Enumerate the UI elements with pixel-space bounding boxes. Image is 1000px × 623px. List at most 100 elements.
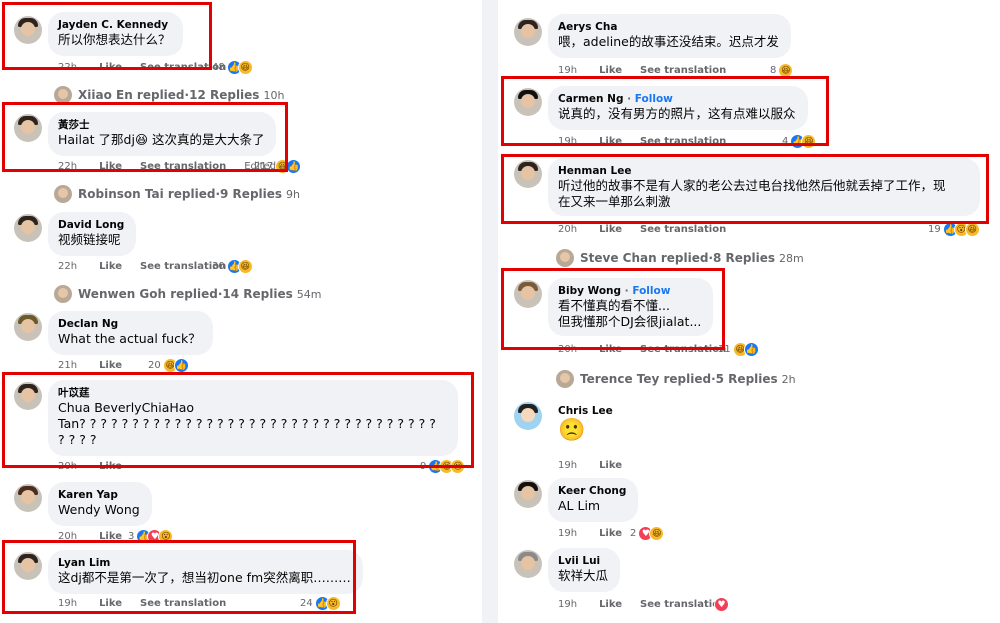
avatar [54,185,72,203]
like-button[interactable]: Like [599,65,622,76]
reply-author: Xiiao En replied [78,88,185,102]
see-translation-link[interactable]: See translation [640,224,726,235]
column-divider [482,0,498,623]
comment-text: What the actual fuck？ [58,331,201,346]
reaction-summary[interactable]: 19 👍 😮 😆 [928,222,980,237]
comment-meta: 19h Like See translation [558,65,744,76]
reaction-summary[interactable]: 48 👍 😆 [212,60,253,75]
comment-time[interactable]: 19h [558,460,577,471]
comment-text: 视频链接呢 [58,232,121,247]
like-reaction-icon: 👍 [286,159,302,174]
avatar [54,285,72,303]
reaction-summary[interactable]: 30 👍 😆 [212,259,253,274]
reaction-count: 20 [148,360,161,371]
comment-text: Wendy Wong [58,502,140,517]
highlight-box [2,2,212,70]
comment-meta: 21h Like [58,360,140,371]
reply-author: Steve Chan replied [580,251,709,265]
like-button[interactable]: Like [599,224,622,235]
comment-item: David Long 视频链接呢 22h Like See translation … [0,208,480,274]
avatar[interactable] [514,18,542,46]
comment-emoji: 🙁 [558,418,586,443]
reply-count: 9 Replies [220,187,283,201]
avatar[interactable] [514,550,542,578]
comment-time[interactable]: 22h [58,261,77,272]
reply-author: Terence Tey replied [580,372,712,386]
comment-meta: 19h Like [558,528,640,539]
comment-author[interactable]: Karen Yap [58,488,140,502]
comment-author[interactable]: Aerys Cha [558,20,779,34]
highlight-box [501,268,725,350]
comment-time[interactable]: 21h [58,360,77,371]
reaction-count: 30 [212,261,225,272]
comment-item: Keer Chong AL Lim 19h Like 2 ♥ 😆 [500,474,1000,541]
comment-time[interactable]: 19h [558,528,577,539]
comment-text: 喂，adeline的故事还没结束。迟点才发 [558,34,779,49]
comment-author[interactable]: Lvii Lui [558,554,608,568]
avatar[interactable] [14,313,42,341]
avatar[interactable] [14,484,42,512]
comment-meta: 20h Like See translation [558,224,744,235]
comment-time[interactable]: 19h [558,65,577,76]
comment-body: Chris Lee 🙁 [558,404,613,444]
reaction-summary[interactable]: 20 😆 👍 [148,358,189,373]
reply-count: 8 Replies [713,251,776,265]
avatar [556,370,574,388]
highlight-box [501,76,829,146]
like-button[interactable]: Like [99,360,122,371]
like-button[interactable]: Like [599,528,622,539]
haha-reaction-icon: 😆 [237,60,253,75]
view-replies-link[interactable]: Robinson Tai replied · 9 Replies 9h [54,185,300,203]
comment-author[interactable]: Declan Ng [58,317,201,331]
like-button[interactable]: Like [599,599,622,610]
like-button[interactable]: Like [99,261,122,272]
highlight-box [2,102,288,172]
love-reaction-icon: ♥ [714,597,729,612]
like-reaction-icon: 👍 [173,358,189,373]
view-replies-link[interactable]: Terence Tey replied · 5 Replies 2h [556,370,796,388]
comment-time[interactable]: 19h [558,599,577,610]
comment-bubble: Keer Chong AL Lim [548,478,639,522]
right-comment-panel: Aerys Cha 喂，adeline的故事还没结束。迟点才发 19h Like S… [500,0,1000,623]
comment-item: Karen Yap Wendy Wong 20h Like 3 👍 ♥ 😮 [0,478,480,544]
comment-author[interactable]: David Long [58,218,124,232]
highlight-box [501,154,989,224]
avatar[interactable] [514,402,542,430]
view-replies-link[interactable]: Wenwen Goh replied · 14 Replies 54m [54,285,322,303]
comment-time[interactable]: 20h [558,224,577,235]
reply-count: 12 Replies [189,88,260,102]
highlight-box [2,372,474,468]
comment-item: Declan Ng What the actual fuck？ 21h Like … [0,307,480,373]
reply-time: 28m [779,251,804,265]
comment-item: Aerys Cha 喂，adeline的故事还没结束。迟点才发 19h Like S… [500,10,1000,78]
comment-author[interactable]: Keer Chong [558,484,626,498]
comment-item: Lvii Lui 软祥大瓜 19h Like See translation ♥ [500,544,1000,612]
reaction-count: 48 [212,62,225,73]
comment-item: Chris Lee 🙁 19h Like [500,396,1000,472]
reaction-summary[interactable]: 2 ♥ 😆 [630,526,665,541]
avatar[interactable] [514,480,542,508]
comment-bubble: Aerys Cha 喂，adeline的故事还没结束。迟点才发 [548,14,791,58]
reply-author: Wenwen Goh replied [78,287,218,301]
avatar [556,249,574,267]
reply-count: 14 Replies [222,287,293,301]
like-reaction-icon: 👍 [743,342,759,357]
comment-bubble: Karen Yap Wendy Wong [48,482,152,526]
like-button[interactable]: Like [599,460,622,471]
highlight-box [2,540,356,614]
comment-author[interactable]: Chris Lee [558,404,613,418]
comment-text: 软祥大瓜 [558,568,609,583]
see-translation-link[interactable]: See translation [640,65,726,76]
reply-count: 5 Replies [715,372,778,386]
reaction-summary[interactable]: ♥ [714,597,729,612]
reply-time: 2h [781,372,796,386]
reaction-count: 19 [928,224,941,235]
comment-bubble: David Long 视频链接呢 [48,212,137,256]
haha-reaction-icon: 😆 [237,259,253,274]
view-replies-link[interactable]: Steve Chan replied · 8 Replies 28m [556,249,804,267]
comment-bubble: Declan Ng What the actual fuck？ [48,311,213,355]
reply-time: 9h [286,187,301,201]
comment-text: AL Lim [558,498,601,513]
avatar[interactable] [14,214,42,242]
comment-bubble: Lvii Lui 软祥大瓜 [548,548,621,592]
